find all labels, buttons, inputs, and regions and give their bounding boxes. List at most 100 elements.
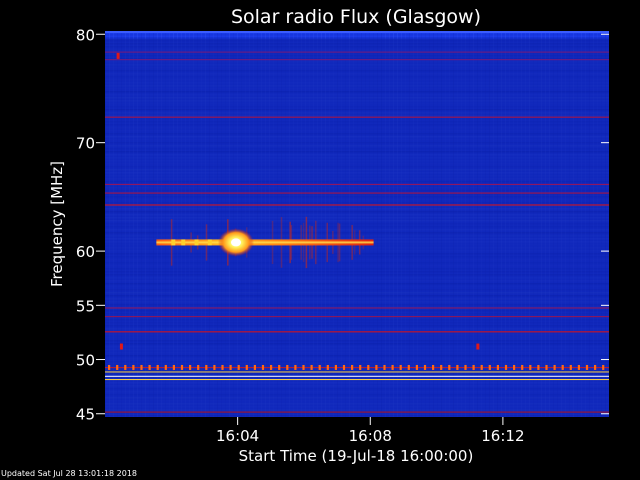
band-fringe [561,364,564,370]
band-fringe [172,364,175,370]
band-fringe [545,364,548,370]
updated-timestamp: Updated Sat Jul 28 13:01:18 2018 [1,469,138,478]
band-fringe [432,364,435,370]
band-fringe [585,364,589,370]
y-tick-label: 55 [76,297,95,315]
band-fringe [270,364,273,370]
band-fringe [367,364,370,370]
band-fringe [375,364,378,370]
texture-bottom-edge [105,38,609,418]
spectrogram-chart: Solar radio Flux (Glasgow) 455055607080 … [48,6,609,465]
band-fringe [318,364,321,370]
band-fringe [521,364,524,370]
band-fringe [602,364,605,370]
band-fringe [164,364,167,370]
band-fringe [294,364,297,370]
band-fringe [237,364,240,370]
frequency-band [105,307,609,309]
band-fringe [229,364,232,370]
band-fringe [448,364,451,370]
burst-dash [171,239,176,246]
band-fringe [302,364,305,370]
band-fringe [529,364,532,370]
frequency-band [105,116,609,118]
band-fringe [504,364,508,370]
band-fringe [391,364,394,370]
band-fringe [334,364,337,370]
band-fringe [440,364,443,370]
y-tick-label: 70 [76,135,95,153]
frequency-band [105,375,609,377]
y-tick-label: 50 [76,352,95,370]
band-fringe [124,364,127,370]
burst-dash [194,239,199,246]
frequency-band [105,183,609,185]
band-fringe [148,364,151,370]
x-tick-label: 16:08 [349,427,392,445]
interference-mark [119,343,123,350]
frequency-band [105,379,609,381]
frequency-band [105,411,609,413]
band-fringe [407,364,410,370]
y-tick-label: 45 [76,406,95,424]
band-fringe [132,364,135,370]
band-fringe [116,364,119,370]
band-fringe [423,364,427,370]
band-fringe [569,364,572,370]
frequency-band [105,331,609,333]
frequency-band [105,316,609,318]
interference-mark [116,52,120,59]
band-fringe [326,364,329,370]
band-fringe [205,364,208,370]
band-fringe [480,364,483,370]
band-fringe [415,364,418,370]
frequency-band [105,192,609,194]
y-tick-label: 80 [76,26,95,44]
band-fringe [261,364,265,370]
x-axis-ticks: 16:04 16:08 16:12 [216,417,525,445]
band-fringe [553,364,556,370]
band-fringe [464,364,467,370]
band-fringe [245,364,248,370]
band-fringe [213,364,216,370]
x-tick-label: 16:04 [216,427,259,445]
burst-dash [181,239,186,246]
band-fringe [513,364,516,370]
texture-top-edge [105,31,609,33]
band-fringe [310,364,313,370]
plot-area [105,31,609,418]
band-fringe [496,364,499,370]
band-fringe [472,364,475,370]
frequency-band [105,371,609,373]
band-fringe [108,364,111,370]
chart-title: Solar radio Flux (Glasgow) [231,6,481,28]
band-fringe [278,364,281,370]
band-fringe [197,364,200,370]
band-fringe [156,364,159,370]
band-fringe [577,364,580,370]
band-fringe [399,364,402,370]
band-fringe [286,364,289,370]
y-axis-label: Frequency [MHz] [48,161,66,287]
band-fringe [253,364,256,370]
noise-texture [105,31,609,418]
frequency-band [105,204,609,206]
frequency-band [105,367,609,369]
burst-peak [230,238,241,247]
frequency-band [105,59,609,61]
band-fringe [351,364,354,370]
band-fringe [383,364,386,370]
band-fringe [456,364,459,370]
band-fringe [221,364,224,370]
band-fringe [180,364,184,370]
burst-dash [207,239,212,246]
interference-mark [476,343,480,350]
band-fringe [140,364,143,370]
frequency-band [105,51,609,53]
band-fringe [537,364,540,370]
x-tick-label: 16:12 [481,427,524,445]
band-fringe [488,364,491,370]
y-tick-label: 60 [76,243,95,261]
burst-core [156,241,374,244]
x-axis-label: Start Time (19-Jul-18 16:00:00) [239,447,474,465]
